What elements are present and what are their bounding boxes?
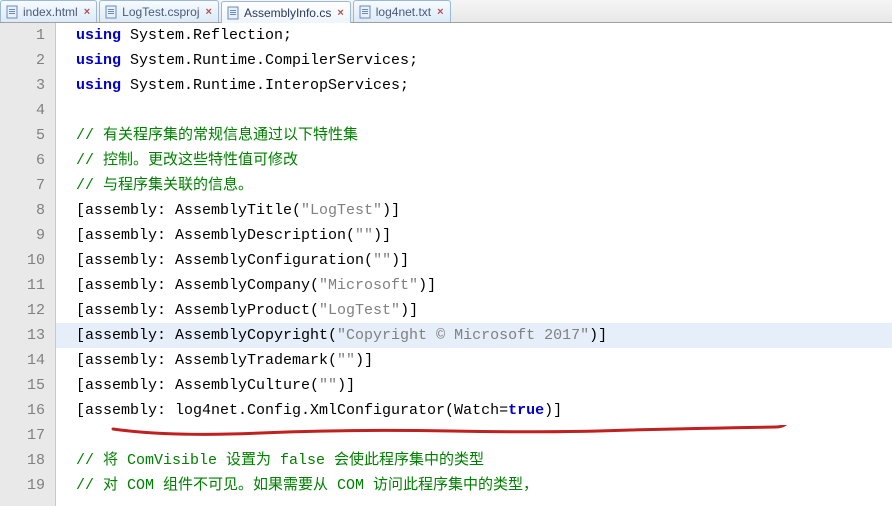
string: "" (373, 252, 391, 269)
comment: // 将 ComVisible 设置为 false 会使此程序集中的类型 (76, 452, 484, 469)
code-text: )] (589, 327, 607, 344)
tab-assemblyinfo-cs[interactable]: AssemblyInfo.cs × (221, 1, 351, 23)
code-text: System.Reflection; (121, 27, 292, 44)
tab-label: LogTest.csproj (122, 5, 199, 19)
line-number: 4 (0, 98, 45, 123)
code-text: [assembly: AssemblyDescription( (76, 227, 355, 244)
line-number-gutter: 12345678910111213141516171819 (0, 23, 56, 506)
code-text: )] (337, 377, 355, 394)
code-text: [assembly: AssemblyProduct( (76, 302, 319, 319)
code-line: // 有关程序集的常规信息通过以下特性集 (56, 123, 892, 148)
line-number: 17 (0, 423, 45, 448)
close-icon[interactable]: × (206, 6, 212, 18)
tab-index-html[interactable]: index.html × (0, 0, 97, 22)
code-line: [assembly: AssemblyDescription("")] (56, 223, 892, 248)
code-line (56, 98, 892, 123)
code-line: using System.Runtime.InteropServices; (56, 73, 892, 98)
code-line: // 控制。更改这些特性值可修改 (56, 148, 892, 173)
code-text: [assembly: AssemblyCompany( (76, 277, 319, 294)
file-icon (358, 5, 372, 19)
close-icon[interactable]: × (437, 6, 443, 18)
file-icon (5, 5, 19, 19)
code-text: [assembly: AssemblyTitle( (76, 202, 301, 219)
line-number: 16 (0, 398, 45, 423)
code-line: // 对 COM 组件不可见。如果需要从 COM 访问此程序集中的类型， (56, 473, 892, 498)
code-line-highlighted: [assembly: AssemblyCopyright("Copyright … (56, 323, 892, 348)
code-line: using System.Runtime.CompilerServices; (56, 48, 892, 73)
keyword: using (76, 52, 121, 69)
line-number: 12 (0, 298, 45, 323)
line-number: 1 (0, 23, 45, 48)
line-number: 2 (0, 48, 45, 73)
line-number: 14 (0, 348, 45, 373)
code-line: [assembly: AssemblyConfiguration("")] (56, 248, 892, 273)
keyword: using (76, 77, 121, 94)
code-line (56, 423, 892, 448)
keyword: true (508, 402, 544, 419)
file-icon (104, 5, 118, 19)
string: "LogTest" (319, 302, 400, 319)
line-number: 3 (0, 73, 45, 98)
code-text: )] (544, 402, 562, 419)
string: "Copyright © Microsoft 2017" (337, 327, 589, 344)
code-text: [assembly: log4net.Config.XmlConfigurato… (76, 402, 508, 419)
line-number: 8 (0, 198, 45, 223)
line-number: 10 (0, 248, 45, 273)
code-text: )] (382, 202, 400, 219)
keyword: using (76, 27, 121, 44)
close-icon[interactable]: × (84, 6, 90, 18)
line-number: 19 (0, 473, 45, 498)
string: "" (337, 352, 355, 369)
editor: 12345678910111213141516171819 using Syst… (0, 23, 892, 506)
comment: // 有关程序集的常规信息通过以下特性集 (76, 127, 358, 144)
string: "LogTest" (301, 202, 382, 219)
close-icon[interactable]: × (337, 7, 343, 19)
line-number: 6 (0, 148, 45, 173)
code-line: // 将 ComVisible 设置为 false 会使此程序集中的类型 (56, 448, 892, 473)
code-line: [assembly: log4net.Config.XmlConfigurato… (56, 398, 892, 423)
code-text: [assembly: AssemblyConfiguration( (76, 252, 373, 269)
line-number: 9 (0, 223, 45, 248)
code-line: [assembly: AssemblyCulture("")] (56, 373, 892, 398)
code-text: [assembly: AssemblyTrademark( (76, 352, 337, 369)
file-icon (226, 6, 240, 20)
comment: // 控制。更改这些特性值可修改 (76, 152, 298, 169)
code-text: [assembly: AssemblyCopyright( (76, 327, 337, 344)
code-text: System.Runtime.InteropServices; (121, 77, 409, 94)
tab-logtest-csproj[interactable]: LogTest.csproj × (99, 0, 219, 22)
line-number: 18 (0, 448, 45, 473)
tab-bar: index.html × LogTest.csproj × AssemblyIn… (0, 0, 892, 23)
tab-label: index.html (23, 5, 78, 19)
line-number: 11 (0, 273, 45, 298)
code-text: [assembly: AssemblyCulture( (76, 377, 319, 394)
code-line: [assembly: AssemblyCompany("Microsoft")] (56, 273, 892, 298)
string: "" (319, 377, 337, 394)
tab-label: log4net.txt (376, 5, 431, 19)
line-number: 13 (0, 323, 45, 348)
code-line: [assembly: AssemblyProduct("LogTest")] (56, 298, 892, 323)
code-line: // 与程序集关联的信息。 (56, 173, 892, 198)
string: "" (355, 227, 373, 244)
line-number: 15 (0, 373, 45, 398)
code-line: [assembly: AssemblyTrademark("")] (56, 348, 892, 373)
code-text: )] (355, 352, 373, 369)
code-line: [assembly: AssemblyTitle("LogTest")] (56, 198, 892, 223)
code-text: )] (391, 252, 409, 269)
code-text: System.Runtime.CompilerServices; (121, 52, 418, 69)
code-text: )] (418, 277, 436, 294)
comment: // 与程序集关联的信息。 (76, 177, 253, 194)
tab-label: AssemblyInfo.cs (244, 6, 331, 20)
line-number: 7 (0, 173, 45, 198)
tab-log4net-txt[interactable]: log4net.txt × (353, 0, 451, 22)
code-line: using System.Reflection; (56, 23, 892, 48)
code-text: )] (373, 227, 391, 244)
code-area[interactable]: using System.Reflection; using System.Ru… (56, 23, 892, 506)
string: "Microsoft" (319, 277, 418, 294)
code-text: )] (400, 302, 418, 319)
comment: // 对 COM 组件不可见。如果需要从 COM 访问此程序集中的类型， (76, 477, 538, 494)
line-number: 5 (0, 123, 45, 148)
